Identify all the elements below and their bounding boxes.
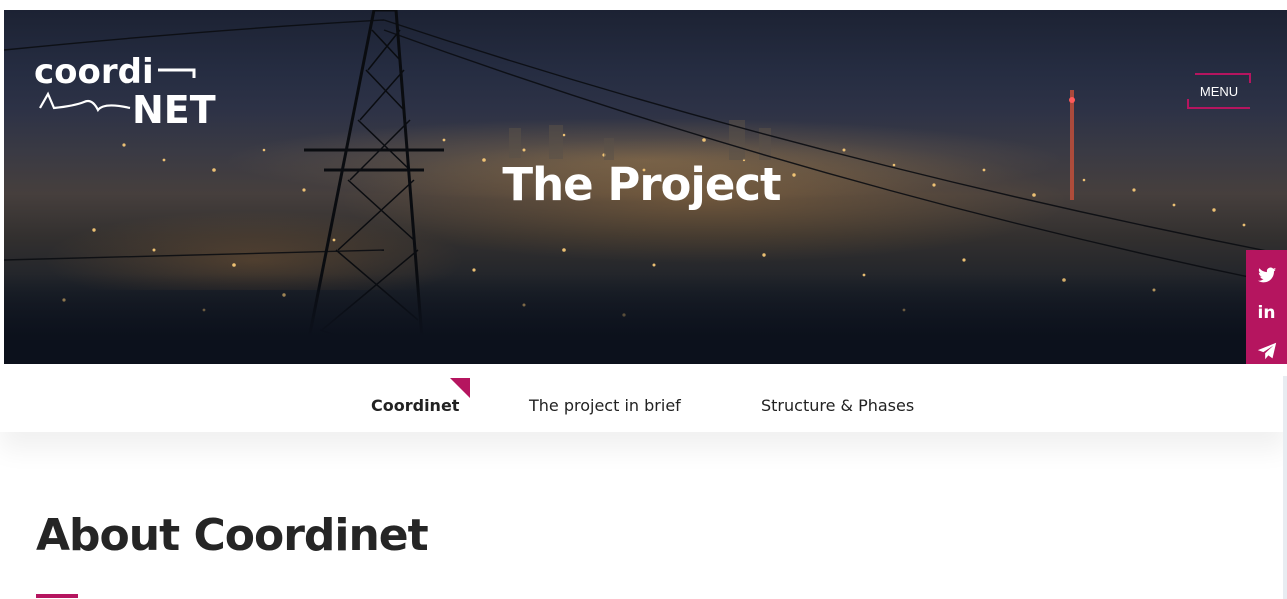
telegram-icon[interactable] — [1256, 340, 1278, 362]
twitter-icon[interactable] — [1256, 264, 1278, 286]
hills-silhouette — [4, 274, 1287, 364]
section-title-underline — [36, 594, 78, 598]
page-edge — [1283, 376, 1287, 599]
subnav-item-structure-phases[interactable]: Structure & Phases — [761, 396, 914, 415]
social-bar: in — [1246, 250, 1287, 376]
section-subnav: Coordinet The project in brief Structure… — [0, 364, 1287, 432]
menu-label: MENU — [1199, 83, 1239, 99]
subnav-item-coordinet[interactable]: Coordinet — [371, 396, 459, 415]
section-title: About Coordinet — [36, 510, 429, 561]
hero-title: The Project — [502, 158, 781, 211]
active-corner-marker — [450, 378, 470, 398]
menu-button[interactable]: MENU — [1187, 73, 1251, 109]
logo-word-net: NET — [132, 88, 216, 132]
coordinet-logo[interactable]: coordi NET — [34, 52, 216, 136]
subnav-item-project-in-brief[interactable]: The project in brief — [529, 396, 681, 415]
linkedin-icon[interactable]: in — [1256, 302, 1278, 324]
